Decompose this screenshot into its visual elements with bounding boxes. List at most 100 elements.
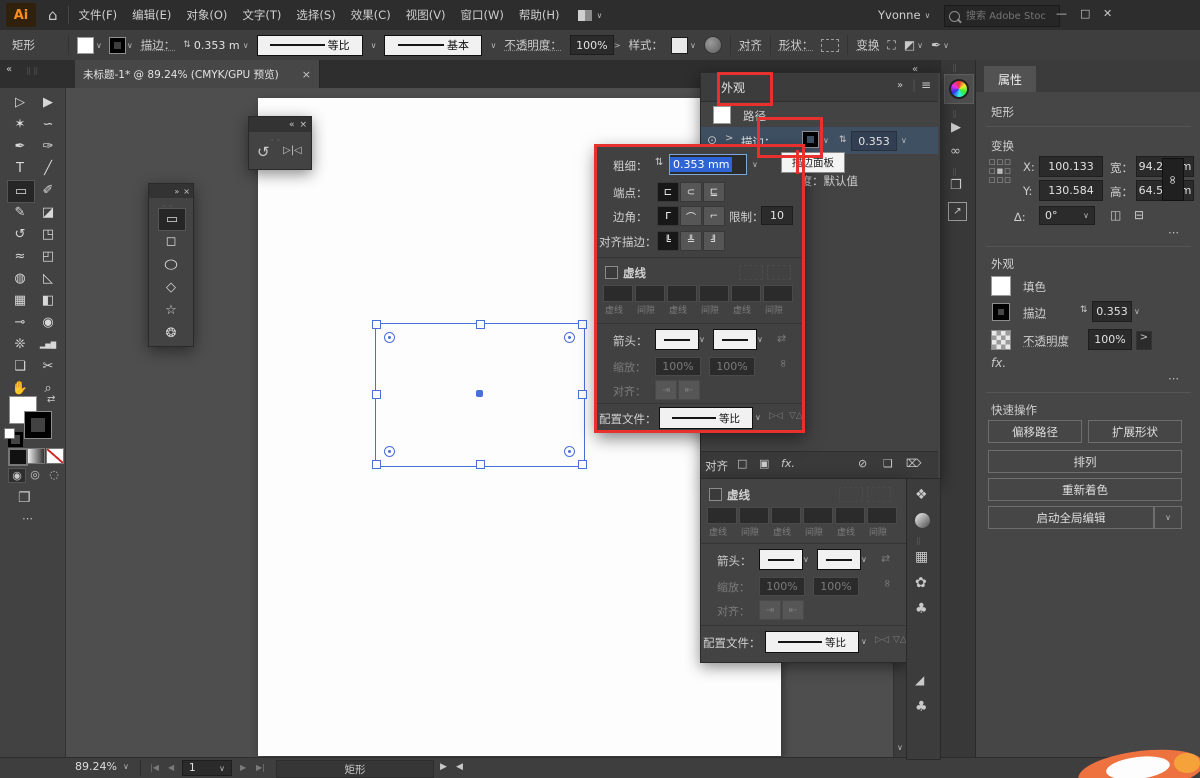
corner-widget-ne[interactable] [564, 332, 575, 343]
prev-artboard-icon[interactable]: ◀ [168, 763, 174, 772]
slice-tool[interactable]: ✂ [35, 356, 61, 377]
gradient-tool[interactable]: ◧ [35, 290, 61, 311]
align-link[interactable]: 对齐 [739, 37, 762, 53]
ellipse-tool-item[interactable]: ○ [155, 254, 188, 275]
scale-tool[interactable]: ◳ [35, 224, 61, 245]
dashed-checkbox[interactable] [605, 266, 618, 279]
close-icon[interactable]: × [299, 120, 307, 130]
stroke-weight-value[interactable]: 0.353 m [191, 36, 243, 54]
cap-round-button[interactable]: ⊂ [680, 182, 702, 202]
gradient-icon[interactable] [915, 513, 930, 528]
dashed-label[interactable]: 虚线 [727, 487, 750, 503]
free-transform-tool[interactable]: ◰ [35, 246, 61, 267]
global-edit-button[interactable]: 启动全局编辑 [988, 506, 1154, 529]
dashed-label[interactable]: 虚线 [623, 265, 646, 281]
stepper-icon[interactable]: ⇅ [1080, 305, 1088, 315]
opacity-value[interactable]: 100% [570, 35, 614, 55]
mini-panel-header[interactable]: « × [249, 117, 311, 132]
offset-path-button[interactable]: 偏移路径 [988, 420, 1082, 443]
document-setup-icon[interactable] [704, 36, 722, 54]
shape-widget-icon[interactable] [821, 39, 839, 52]
expand-icon[interactable]: » [174, 187, 179, 196]
export-button[interactable]: ↗ [948, 202, 967, 221]
eyedropper-tool[interactable]: ⊸ [7, 312, 33, 333]
menu-type[interactable]: 文字(T) [242, 7, 281, 23]
blend-tool[interactable]: ◉ [35, 312, 61, 333]
menu-window[interactable]: 窗口(W) [461, 7, 504, 23]
magic-wand-tool[interactable]: ✶ [7, 114, 33, 135]
swap-arrowheads-icon[interactable]: ⇄ [881, 552, 890, 565]
new-effect-icon[interactable]: fx. [781, 457, 795, 470]
y-input[interactable]: 130.584 [1039, 180, 1103, 201]
symbols-icon[interactable]: ♣ [915, 601, 928, 617]
preserve-dash-icon[interactable] [839, 487, 863, 502]
weight-input[interactable]: 0.353 mm [669, 154, 747, 175]
toolbar-more-icon[interactable]: ⋯ [22, 512, 34, 525]
appearance-tab[interactable]: 外观 [721, 79, 745, 96]
handle-ne[interactable] [578, 320, 587, 329]
menu-effect[interactable]: 效果(C) [351, 7, 391, 23]
rotate-icon[interactable]: ↺ [257, 143, 270, 161]
flip-along-icon[interactable]: ▷◁ [875, 635, 889, 645]
status-collapse-icon[interactable]: ◀ [456, 762, 463, 772]
new-fill-icon[interactable]: ▣ [759, 457, 769, 470]
menu-file[interactable]: 文件(F) [79, 7, 118, 23]
eraser-tool[interactable]: ◪ [35, 202, 61, 223]
recolor-button[interactable]: 重新着色 [988, 478, 1182, 501]
swap-fill-stroke-icon[interactable]: ⇄ [47, 394, 55, 405]
stock-search[interactable] [944, 5, 1060, 27]
align-dash-icon[interactable] [867, 487, 891, 502]
properties-tab[interactable]: 属性 [984, 66, 1036, 92]
chevron-down-icon[interactable]: ∨ [861, 637, 867, 646]
polygon-tool-item[interactable]: ◇ [158, 277, 184, 298]
stroke-proxy-swatch[interactable] [25, 412, 51, 438]
stepper-icon[interactable]: ⇅ [655, 157, 663, 168]
close-icon[interactable]: × [183, 187, 190, 196]
arrowhead-start-dropdown[interactable] [759, 549, 803, 570]
opacity-swatch[interactable] [991, 330, 1011, 350]
menu-select[interactable]: 选择(S) [296, 7, 335, 23]
collapse-icon[interactable]: » [897, 80, 903, 91]
direct-selection-tool[interactable]: ▷ [7, 92, 33, 113]
rotate-tool[interactable]: ↺ [7, 224, 33, 245]
new-stroke-icon[interactable]: □ [737, 457, 747, 470]
link-dimensions-button[interactable]: ∞ [1162, 158, 1184, 201]
document-tab[interactable]: 未标题-1* @ 89.24% (CMYK/GPU 预览) × [75, 60, 320, 88]
stroke-color-control[interactable]: ∨ [110, 38, 133, 53]
chevron-down-icon[interactable]: ∨ [752, 160, 758, 169]
shape-label[interactable]: 形状： [779, 37, 814, 53]
status-indicator[interactable]: 矩形 [276, 760, 434, 778]
center-point[interactable] [476, 390, 483, 397]
draw-inside-icon[interactable]: ◌ [46, 468, 62, 481]
chevron-down-icon[interactable]: ∨ [699, 335, 705, 344]
opacity-label[interactable]: 不透明度： [504, 37, 562, 53]
opacity-options-icon[interactable]: > [1136, 331, 1152, 350]
align-outside-button[interactable]: ╝ [703, 231, 725, 251]
opacity-link[interactable]: 不透明度 [1023, 333, 1069, 349]
flip-across-icon[interactable]: ▽△ [789, 411, 803, 421]
arrowhead-end-dropdown[interactable] [713, 329, 757, 350]
star-tool-item[interactable]: ☆ [158, 300, 184, 321]
color-mode-button[interactable] [8, 448, 28, 466]
flip-horizontal-icon[interactable]: ◫ [1110, 208, 1121, 222]
gradient-mode-button[interactable] [27, 448, 45, 464]
tab-close-icon[interactable]: × [302, 68, 311, 81]
opacity-control[interactable]: 100% > [570, 35, 621, 55]
limit-input[interactable]: 10 [761, 206, 793, 225]
x-input[interactable]: 100.133 [1039, 156, 1103, 177]
arrowhead-end-dropdown[interactable] [817, 549, 861, 570]
align-inside-button[interactable]: ╩ [680, 231, 702, 251]
menu-help[interactable]: 帮助(H) [519, 7, 560, 23]
clear-appearance-icon[interactable]: ⊘ [858, 457, 867, 470]
handle-w[interactable] [372, 390, 381, 399]
actions-icon[interactable]: ▶ [951, 120, 961, 135]
links-icon[interactable]: ∞ [950, 144, 961, 159]
stroke-width-input[interactable]: 0.353 [1092, 301, 1132, 322]
chevron-down-icon[interactable]: ∨ [490, 41, 496, 50]
profile-dropdown[interactable]: 等比 [765, 631, 859, 653]
artboard-tool[interactable]: ❏ [7, 356, 33, 377]
lasso-tool[interactable]: ∽ [35, 114, 61, 135]
appearance-more-icon[interactable]: ⋯ [1168, 372, 1180, 385]
scroll-down-icon[interactable]: ∨ [897, 743, 903, 752]
collapse-toolbar-icon[interactable]: « [6, 64, 12, 75]
